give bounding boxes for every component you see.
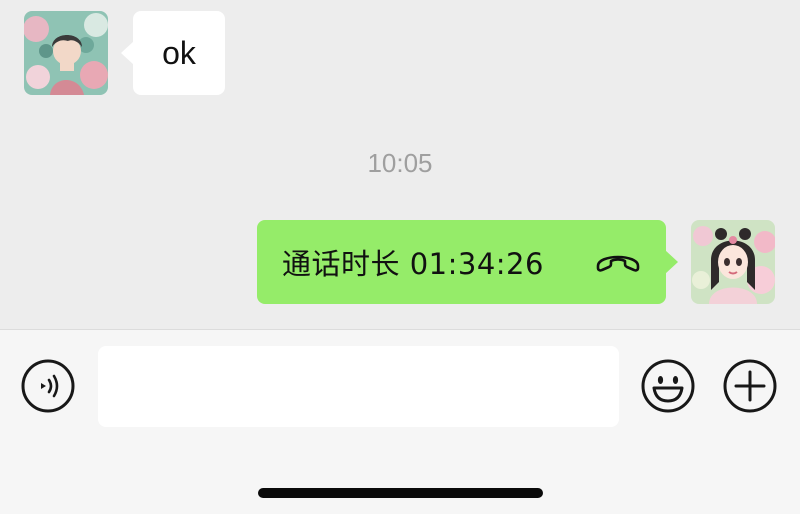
message-input[interactable] (98, 346, 619, 427)
my-avatar-image (691, 220, 775, 304)
chat-input-bar (0, 329, 800, 514)
emoji-icon[interactable] (640, 358, 696, 414)
home-indicator[interactable] (258, 488, 543, 498)
hang-up-phone-icon (596, 255, 640, 272)
call-duration-text: 通话时长 01:34:26 (282, 247, 544, 281)
my-avatar[interactable] (691, 220, 775, 304)
plus-icon[interactable] (722, 358, 778, 414)
incoming-message-bubble[interactable]: ok (121, 11, 225, 95)
voice-mode-icon[interactable] (20, 358, 76, 414)
call-record-bubble[interactable]: 通话时长 01:34:26 (257, 220, 678, 304)
contact-avatar-image (24, 11, 108, 95)
chat-message-area[interactable]: ok 10:05 通话时长 01:34:26 (0, 0, 800, 329)
message-text: ok (162, 34, 196, 71)
message-timestamp: 10:05 (367, 148, 433, 178)
contact-avatar[interactable] (24, 11, 108, 95)
